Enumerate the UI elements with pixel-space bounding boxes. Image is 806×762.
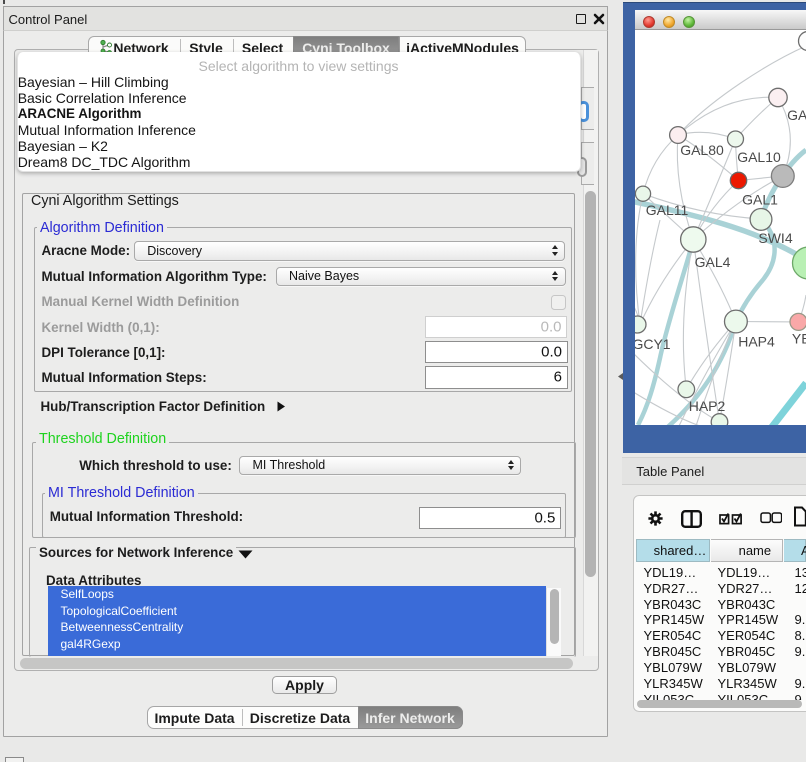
svg-text:HAP2: HAP2 (689, 398, 726, 414)
svg-text:GAL80: GAL80 (680, 142, 724, 158)
svg-text:SWI4: SWI4 (758, 230, 792, 246)
svg-text:GAL10: GAL10 (737, 149, 781, 165)
svg-text:GCY1: GCY1 (635, 336, 671, 352)
svg-text:YEL0: YEL0 (792, 331, 806, 347)
svg-text:GAL11: GAL11 (646, 202, 689, 218)
svg-text:GAL7: GAL7 (787, 107, 806, 123)
svg-text:GAL4: GAL4 (695, 254, 731, 270)
svg-text:GAL1: GAL1 (742, 192, 778, 208)
svg-text:HAP4: HAP4 (738, 334, 775, 350)
